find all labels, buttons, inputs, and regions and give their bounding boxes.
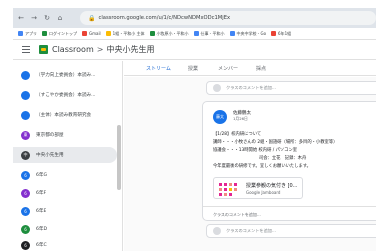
class-comment-box[interactable]: クラスのコメントを追加...	[206, 81, 376, 95]
app-name[interactable]: Classroom	[52, 45, 94, 54]
sidebar-item-label: 6年D	[36, 227, 48, 232]
course-avatar: 東	[21, 130, 30, 140]
card-divider	[203, 206, 376, 207]
jamboard-thumbnail	[217, 181, 241, 197]
user-avatar	[213, 227, 221, 235]
sidebar-course-item-active[interactable]: 中 中央小先生用	[13, 147, 117, 163]
post-line: 【1/28】校内研について	[213, 132, 262, 137]
comment-placeholder: クラスのコメントを追加...	[226, 228, 276, 233]
sidebar-course-item[interactable]: （主体）本読み教育研究会	[13, 107, 117, 123]
bookmark-5[interactable]: 仕事 - 平和小	[193, 30, 225, 37]
breadcrumb-separator: >	[96, 45, 104, 54]
course-avatar	[21, 110, 30, 120]
tab-grades[interactable]: 採点	[256, 65, 266, 72]
bookmark-2[interactable]: Gmail	[82, 31, 101, 36]
comment-placeholder: クラスのコメントを追加...	[226, 85, 276, 90]
sidebar-course-item[interactable]: 6 6年D	[13, 221, 117, 237]
post-line: 今年度最後の研修です。宜しくお願いいたします。	[213, 164, 311, 169]
sidebar-course-item[interactable]: （学力向上委員会）本読み...	[13, 67, 117, 83]
bookmark-icon	[42, 31, 47, 36]
sidebar-item-label: （学力向上委員会）本読み...	[36, 73, 96, 78]
bookmark-icon	[229, 31, 235, 36]
bookmark-icon	[149, 31, 155, 36]
sidebar-item-label: 6年G	[36, 173, 48, 178]
sidebar-item-label: （主体）本読み教育研究会	[36, 113, 92, 118]
bookmark-icon	[82, 31, 87, 36]
jamboard-attachment[interactable]: 授業参観の気付き [0... Google Jamboard	[213, 177, 303, 199]
class-comment-box-bottom[interactable]: クラスのコメントを追加...	[206, 224, 376, 238]
sidebar-item-label: 東京都の部屋	[36, 133, 64, 138]
sidebar-course-item[interactable]: 6 6年E	[13, 203, 117, 219]
bookmark-6[interactable]: 中央中学校 - Go	[229, 30, 267, 37]
post-line: 講師・・・小牧さんの 2組・国語研（場所：多目的・小教室等）	[213, 140, 338, 145]
bookmark-label: アプリ	[25, 30, 37, 36]
classroom-logo-icon	[39, 45, 48, 54]
course-avatar: 6	[21, 188, 30, 198]
bookmark-label: Gmail	[89, 31, 101, 36]
bookmark-7[interactable]: 6年1組	[271, 31, 291, 37]
reload-icon[interactable]: ↻	[42, 13, 52, 23]
browser-toolbar: ← → ↻ ⌂ 🔒 classroom.google.com/u/1/c/NDc…	[13, 8, 376, 28]
sidebar-item-label: 6年C	[36, 243, 47, 248]
sidebar-course-item[interactable]: 6 6年G	[13, 167, 117, 183]
announcement-card: 藤太 佐藤鶴太 1月26日 【1/28】校内研について 講師・・・小牧さんの 2…	[202, 101, 376, 221]
forward-icon[interactable]: →	[29, 13, 39, 23]
bookmark-0[interactable]: アプリ	[18, 31, 37, 37]
tab-classwork[interactable]: 授業	[188, 65, 198, 72]
post-comment-box[interactable]: クラスのコメントを追加...	[213, 212, 261, 218]
classroom-header: Classroom > 中央小先生用	[13, 40, 376, 60]
bookmark-4[interactable]: 小牧原小・平和小	[149, 30, 189, 37]
post-date: 1月26日	[233, 116, 248, 121]
course-avatar: 6	[21, 240, 30, 250]
bookmark-icon	[105, 31, 111, 36]
author-avatar: 藤太	[213, 110, 227, 124]
post-line: 司会：立花 記録：木舟	[259, 156, 307, 161]
home-icon[interactable]: ⌂	[55, 13, 65, 23]
back-icon[interactable]: ←	[16, 13, 26, 23]
sidebar-course-item[interactable]: 6 6年C	[13, 237, 117, 251]
course-sidebar: （学力向上委員会）本読み... （すこやか委員会）本読み... （主体）本読み教…	[13, 61, 123, 251]
sidebar-item-label: （すこやか委員会）本読み...	[36, 93, 96, 98]
address-bar[interactable]: 🔒 classroom.google.com/u/1/c/NDcwNDMxODc…	[80, 11, 376, 25]
screenshot-frame: ← → ↻ ⌂ 🔒 classroom.google.com/u/1/c/NDc…	[0, 0, 376, 251]
bookmark-icon	[271, 31, 277, 36]
course-avatar	[21, 70, 30, 80]
course-avatar: 中	[21, 150, 30, 160]
bookmark-icon	[193, 31, 199, 36]
course-breadcrumb[interactable]: 中央小先生用	[106, 44, 154, 55]
bookmark-label: 6年1組	[278, 30, 292, 36]
course-avatar: 6	[21, 206, 30, 216]
sidebar-item-label: 中央小先生用	[36, 153, 64, 158]
bookmark-3[interactable]: 1組・平和小 主体	[105, 30, 145, 37]
sidebar-course-item[interactable]: 6 6年F	[13, 185, 117, 201]
left-margin	[0, 0, 13, 251]
course-avatar	[21, 90, 30, 100]
bookmark-label: 中央中学校 - Go	[236, 30, 267, 36]
course-avatar: 6	[21, 224, 30, 234]
bookmark-label: ログイントップ	[49, 30, 77, 36]
post-line: 協議会・・・13時開始 校内研 / パソコン室	[213, 148, 298, 153]
bookmarks-bar: アプリ ログイントップ Gmail 1組・平和小 主体 小牧原小・平和小 仕事 …	[13, 28, 376, 40]
lock-icon: 🔒	[88, 14, 96, 22]
bookmark-label: 小牧原小・平和小	[156, 30, 189, 36]
course-avatar: 6	[21, 170, 30, 180]
sidebar-course-item[interactable]: 東 東京都の部屋	[13, 127, 117, 143]
course-tabs: ストリーム 授業 メンバー 採点	[124, 61, 376, 76]
bookmark-label: 1組・平和小 主体	[112, 30, 145, 36]
sidebar-item-label: 6年F	[36, 191, 47, 196]
sidebar-scrollbar[interactable]	[117, 125, 121, 190]
user-avatar	[213, 84, 221, 92]
sidebar-item-label: 6年E	[36, 209, 47, 214]
bookmark-1[interactable]: ログイントップ	[42, 31, 77, 37]
bookmark-label: 仕事 - 平和小	[200, 30, 225, 36]
sidebar-course-item[interactable]: （すこやか委員会）本読み...	[13, 87, 117, 103]
tab-people[interactable]: メンバー	[218, 65, 238, 72]
url-text: classroom.google.com/u/1/c/NDcwNDMxODc1M…	[98, 15, 231, 21]
attachment-type: Google Jamboard	[246, 190, 281, 195]
bookmark-icon	[18, 31, 23, 36]
attachment-title: 授業参観の気付き [0...	[246, 183, 298, 189]
tab-stream[interactable]: ストリーム	[146, 65, 171, 72]
menu-icon[interactable]	[19, 43, 33, 57]
